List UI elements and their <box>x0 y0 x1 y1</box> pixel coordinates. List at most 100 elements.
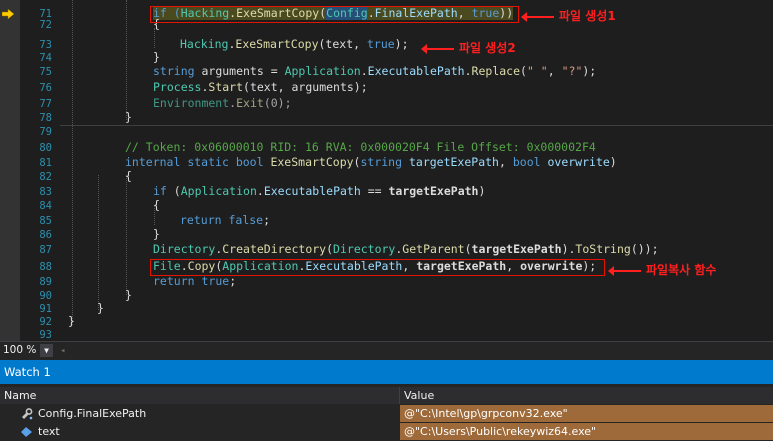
code-line-77[interactable]: Environment.Exit(0); <box>153 96 292 110</box>
column-header-name[interactable]: Name <box>4 387 36 404</box>
token: string <box>360 155 403 169</box>
annotation-file-create-1: 파일 생성1 <box>521 7 616 24</box>
code-line-82[interactable]: { <box>125 170 132 182</box>
token: ExeSmartCopy <box>235 37 319 51</box>
token: Environment <box>153 96 230 110</box>
line-number: 73 <box>39 39 52 51</box>
line-number: 84 <box>39 200 52 212</box>
watch-row[interactable]: text @"C:\Users\Public\rekeywiz64.exe" <box>0 423 773 440</box>
token: overwrite <box>547 155 610 169</box>
token: (text, arguments); <box>243 80 368 94</box>
line-number: 74 <box>39 52 52 64</box>
property-icon <box>22 408 33 420</box>
token: , <box>498 155 513 169</box>
token: static <box>187 155 229 169</box>
line-number: 89 <box>39 276 52 288</box>
token: Directory <box>153 242 216 256</box>
token: == <box>360 184 389 198</box>
line-number: 76 <box>39 82 52 94</box>
token: if <box>153 184 167 198</box>
token: Application <box>284 64 361 78</box>
code-line-73[interactable]: Hacking.ExeSmartCopy(text, true); <box>180 37 409 51</box>
token: ); <box>582 64 597 78</box>
line-number: 87 <box>39 244 52 256</box>
token: bool <box>235 155 264 169</box>
token: string <box>153 64 195 78</box>
code-line-90[interactable]: } <box>125 289 132 301</box>
indent-guide <box>126 0 127 120</box>
token: . <box>256 184 264 198</box>
code-line-85[interactable]: return false; <box>180 213 270 227</box>
line-number: 78 <box>39 112 52 124</box>
token: ) <box>478 184 486 198</box>
token: false <box>228 213 264 227</box>
annotation-file-create-2: 파일 생성2 <box>421 39 516 56</box>
line-number: 82 <box>39 171 52 183</box>
watch-row[interactable]: Config.FinalExePath @"C:\Intel\gp\grpcon… <box>0 405 773 422</box>
line-number: 75 <box>39 66 52 78</box>
annotation-label: 파일 생성1 <box>559 9 616 23</box>
watch-name: Config.FinalExePath <box>38 407 147 420</box>
token: return <box>180 213 222 227</box>
line-number: 90 <box>39 290 52 302</box>
token: ExeSmartCopy <box>270 155 354 169</box>
token: targetExePath <box>388 184 479 198</box>
annotation-box-line-71 <box>150 6 519 23</box>
code-line-80[interactable]: // Token: 0x06000010 RID: 16 RVA: 0x0000… <box>125 141 596 153</box>
code-line-84[interactable]: { <box>153 199 160 211</box>
code-line-75[interactable]: string arguments = Application.Executabl… <box>153 64 597 78</box>
token: arguments = <box>194 64 285 78</box>
code-line-91[interactable]: } <box>97 302 104 314</box>
code-line-74[interactable]: } <box>153 51 160 63</box>
code-line-86[interactable]: } <box>153 228 160 240</box>
code-line-87[interactable]: Directory.CreateDirectory(Directory.GetP… <box>153 242 659 256</box>
watch-title[interactable]: Watch 1 <box>0 360 773 384</box>
indent-guide <box>72 0 73 325</box>
zoom-level[interactable]: 100 % <box>3 344 36 356</box>
token: Exit <box>236 96 264 110</box>
token: "?" <box>561 64 583 78</box>
line-number: 92 <box>39 316 52 328</box>
red-arrow-icon <box>421 43 454 54</box>
indent-guide <box>126 175 127 295</box>
zoom-dropdown-icon[interactable]: ▼ <box>40 344 53 357</box>
token: GetParent <box>402 242 465 256</box>
token: (0); <box>263 96 292 110</box>
zoom-bar: 100 % ▼ ◂ <box>0 341 773 360</box>
column-divider[interactable] <box>399 387 400 404</box>
token: Application <box>180 184 257 198</box>
watch-value[interactable]: @"C:\Intel\gp\grpconv32.exe" <box>400 405 773 422</box>
line-number: 80 <box>39 142 52 154</box>
indent-guide <box>98 175 99 310</box>
indicator-margin[interactable] <box>0 0 20 341</box>
code-line-81[interactable]: internal static bool ExeSmartCopy(string… <box>125 155 617 169</box>
token: CreateDirectory <box>222 242 327 256</box>
method-separator <box>60 125 773 126</box>
indent-guide <box>154 28 155 48</box>
token: ToString <box>575 242 631 256</box>
code-line-76[interactable]: Process.Start(text, arguments); <box>153 80 368 94</box>
annotation-box-line-88 <box>150 259 605 276</box>
token: ( <box>464 242 472 256</box>
watch-value[interactable]: @"C:\Users\Public\rekeywiz64.exe" <box>400 423 773 440</box>
token: ; <box>229 274 237 288</box>
token: ). <box>561 242 576 256</box>
line-number: 85 <box>39 215 52 227</box>
code-line-78[interactable]: } <box>125 111 132 123</box>
column-header-value[interactable]: Value <box>404 387 434 404</box>
code-line-83[interactable]: if (Application.ExecutablePath == target… <box>153 184 486 198</box>
token: true <box>201 274 230 288</box>
scroll-left-icon[interactable]: ◂ <box>60 346 65 356</box>
token: Process <box>153 80 202 94</box>
line-number: 93 <box>39 329 52 341</box>
code-editor[interactable]: 71 72 73 74 75 76 77 78 79 80 81 82 83 84 85 86 87 88 89 90… <box>0 0 773 341</box>
token: ( <box>326 242 334 256</box>
line-number: 77 <box>39 98 52 110</box>
code-line-92[interactable]: } <box>68 315 75 327</box>
code-line-89[interactable]: return true; <box>153 274 237 288</box>
current-statement-arrow-icon <box>2 9 14 19</box>
token: Hacking <box>180 37 229 51</box>
token: ( <box>166 184 181 198</box>
variable-icon <box>21 427 32 437</box>
